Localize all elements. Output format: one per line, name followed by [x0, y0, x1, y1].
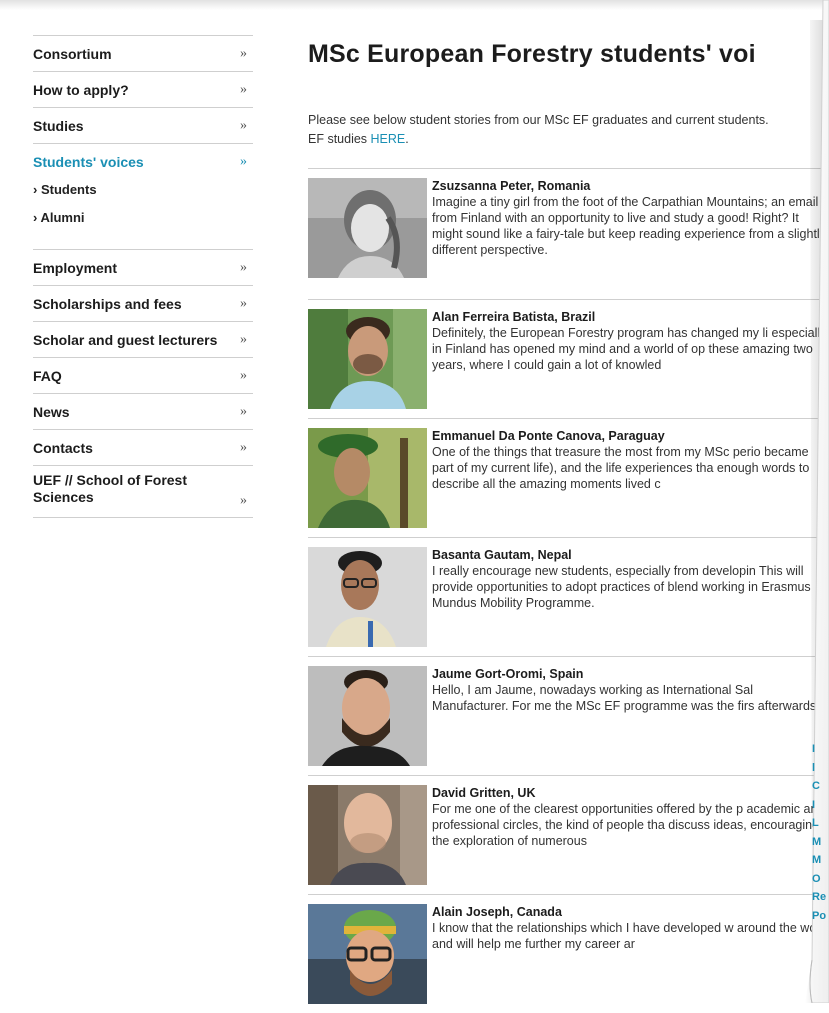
chevron-right-icon: »	[240, 439, 247, 455]
student-name[interactable]: Zsuzsanna Peter, Romania	[432, 179, 590, 193]
sidebar-item-label: Scholar and guest lecturers	[33, 331, 218, 348]
sidebar-subitem-students[interactable]: › Students	[33, 179, 253, 207]
curl-fragment: I	[812, 743, 816, 755]
sidebar-item-label: Scholarships and fees	[33, 295, 182, 312]
sidebar-nav: Consortium » How to apply? » Studies » S…	[33, 35, 253, 518]
student-excerpt: I really encourage new students, especia…	[432, 564, 811, 610]
sidebar-sub-list: › Students › Alumni	[33, 179, 253, 249]
sidebar-item-uef-school[interactable]: UEF // School of Forest Sciences »	[33, 465, 253, 517]
story-item: Basanta Gautam, Nepal I really encourage…	[308, 537, 829, 656]
sidebar-item-label: Employment	[33, 259, 118, 276]
story-item: Alain Joseph, Canada I know that the rel…	[308, 894, 829, 1013]
student-name[interactable]: Alan Ferreira Batista, Brazil	[432, 310, 595, 324]
curl-fragment: M	[812, 835, 822, 848]
story-item: Emmanuel Da Ponte Canova, Paraguay One o…	[308, 418, 829, 537]
chevron-right-icon: »	[240, 367, 247, 383]
intro-text-2: EF studies	[308, 132, 371, 146]
story-item: David Gritten, UK For me one of the clea…	[308, 775, 829, 894]
student-excerpt: Definitely, the European Forestry progra…	[432, 326, 827, 372]
student-name[interactable]: Jaume Gort-Oromi, Spain	[432, 667, 583, 681]
curl-fragment: O	[812, 872, 821, 885]
sidebar-item-employment[interactable]: Employment »	[33, 249, 253, 285]
curl-page-fragments: I l C I L M M O Re Po	[812, 740, 826, 925]
student-photo[interactable]	[308, 428, 427, 528]
chevron-right-icon: »	[240, 259, 247, 275]
chevron-right-icon: »	[240, 493, 247, 508]
intro-paragraph: Please see below student stories from ou…	[308, 111, 829, 149]
story-item: Jaume Gort-Oromi, Spain Hello, I am Jaum…	[308, 656, 829, 775]
student-excerpt: One of the things that treasure the most…	[432, 445, 810, 491]
top-edge-shadow	[0, 0, 829, 10]
sidebar-item-consortium[interactable]: Consortium »	[33, 35, 253, 71]
page-title: MSc European Forestry students' voi	[308, 40, 756, 68]
curl-fragment: I	[812, 798, 816, 811]
sidebar-item-lecturers[interactable]: Scholar and guest lecturers »	[33, 321, 253, 357]
chevron-right-icon: »	[240, 117, 247, 133]
chevron-right-icon: »	[240, 81, 247, 97]
chevron-right-icon: »	[240, 153, 247, 169]
story-item: Zsuzsanna Peter, Romania Imagine a tiny …	[308, 168, 829, 287]
chevron-right-icon: »	[240, 331, 247, 347]
curl-fragment: M	[812, 854, 822, 866]
student-photo[interactable]	[308, 309, 427, 409]
curl-fragment: Po	[812, 909, 827, 922]
sidebar-item-news[interactable]: News »	[33, 393, 253, 429]
student-photo[interactable]	[308, 785, 427, 885]
student-photo[interactable]	[308, 178, 427, 278]
sidebar-item-students-voices[interactable]: Students' voices »	[33, 143, 253, 179]
sidebar-item-label: Consortium	[33, 45, 112, 62]
student-excerpt: I know that the relationships which I ha…	[432, 921, 829, 951]
sidebar-item-label: How to apply?	[33, 81, 129, 98]
student-excerpt: For me one of the clearest opportunities…	[432, 802, 825, 848]
here-link[interactable]: HERE	[371, 132, 406, 146]
sidebar-item-label: Students' voices	[33, 153, 144, 170]
sidebar-item-label: Contacts	[33, 439, 93, 456]
sidebar-item-studies[interactable]: Studies »	[33, 107, 253, 143]
intro-end: .	[405, 132, 409, 146]
sidebar-item-label: UEF // School of Forest Sciences	[33, 472, 188, 505]
sidebar-divider	[33, 517, 253, 518]
sidebar-item-how-to-apply[interactable]: How to apply? »	[33, 71, 253, 107]
curl-fragment: l	[812, 761, 816, 774]
student-name[interactable]: David Gritten, UK	[432, 786, 536, 800]
sidebar-item-label: Studies	[33, 117, 84, 134]
student-photo[interactable]	[308, 547, 427, 647]
sidebar-item-scholarships[interactable]: Scholarships and fees »	[33, 285, 253, 321]
student-excerpt: Imagine a tiny girl from the foot of the…	[432, 195, 826, 257]
sidebar-item-label: FAQ	[33, 367, 62, 384]
chevron-right-icon: »	[240, 403, 247, 419]
curl-fragment: Re	[812, 891, 827, 903]
story-item: Alan Ferreira Batista, Brazil Definitely…	[308, 299, 829, 418]
sidebar-item-contacts[interactable]: Contacts »	[33, 429, 253, 465]
sidebar-item-label: News	[33, 403, 70, 420]
student-name[interactable]: Alain Joseph, Canada	[432, 905, 562, 919]
chevron-right-icon: »	[240, 45, 247, 61]
chevron-right-icon: »	[240, 295, 247, 311]
main-content: MSc European Forestry students' voi Plea…	[308, 40, 829, 1004]
student-photo[interactable]	[308, 666, 427, 766]
student-name[interactable]: Basanta Gautam, Nepal	[432, 548, 572, 562]
curl-fragment: C	[812, 780, 820, 792]
student-name[interactable]: Emmanuel Da Ponte Canova, Paraguay	[432, 429, 665, 443]
sidebar-item-faq[interactable]: FAQ »	[33, 357, 253, 393]
student-excerpt: Hello, I am Jaume, nowadays working as I…	[432, 683, 820, 713]
curl-fragment: L	[812, 817, 819, 829]
intro-text: Please see below student stories from ou…	[308, 113, 769, 127]
student-photo[interactable]	[308, 904, 427, 1004]
sidebar-subitem-alumni[interactable]: › Alumni	[33, 207, 253, 235]
